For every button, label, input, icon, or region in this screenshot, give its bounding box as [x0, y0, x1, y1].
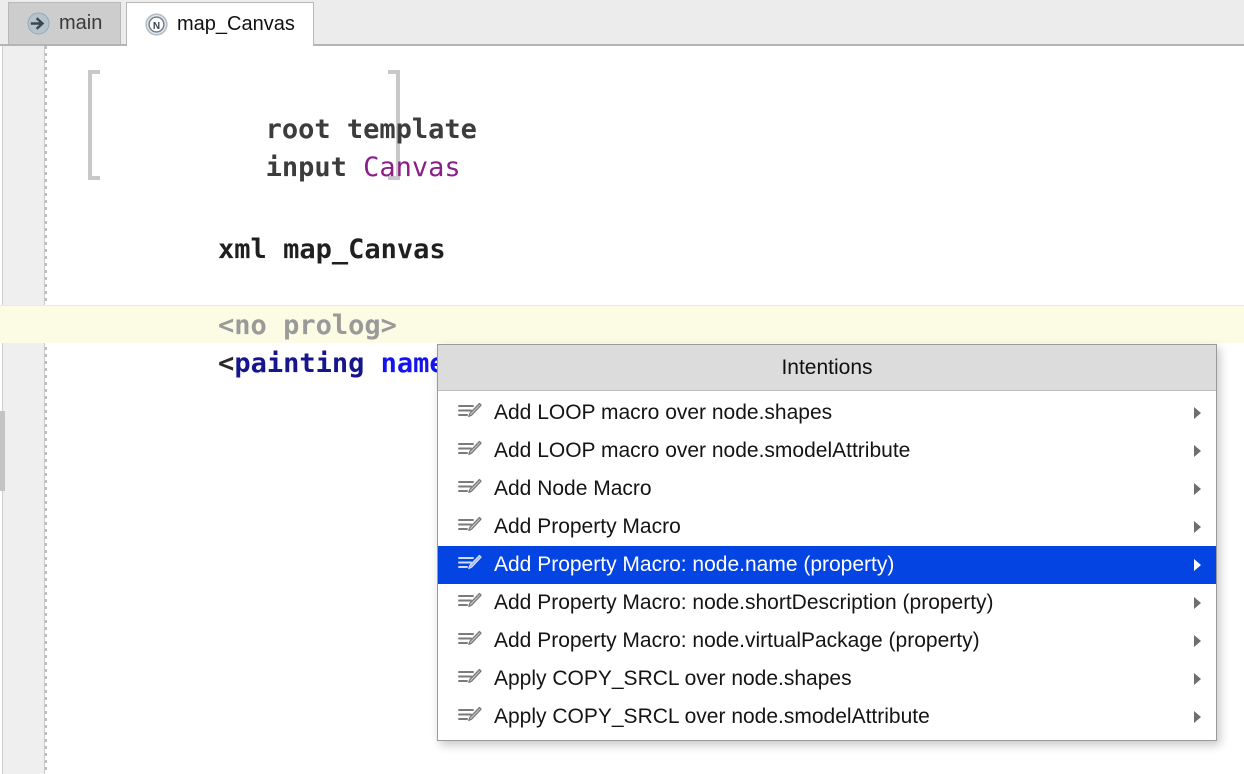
- intention-item[interactable]: Apply COPY_SRCL over node.smodelAttribut…: [438, 698, 1216, 736]
- intention-item-label: Add Property Macro: [494, 515, 1180, 539]
- painting-tag-name[interactable]: painting: [234, 348, 364, 379]
- intention-item-label: Add LOOP macro over node.shapes: [494, 401, 1180, 425]
- intentions-popup-title: Intentions: [781, 356, 872, 380]
- editor-window: main N map_Canvas: [0, 0, 1244, 774]
- intention-item-label: Add LOOP macro over node.smodelAttribute: [494, 439, 1180, 463]
- intention-pencil-icon: [458, 706, 482, 728]
- intentions-popup-header: Intentions: [438, 345, 1216, 391]
- intention-item-label: Apply COPY_SRCL over node.smodelAttribut…: [494, 705, 1180, 729]
- submenu-arrow-icon: [1188, 708, 1206, 726]
- input-concept-name[interactable]: Canvas: [363, 152, 461, 183]
- tab-main-label: main: [59, 12, 102, 35]
- intention-pencil-icon: [458, 478, 482, 500]
- gutter-dotted-separator: [45, 46, 47, 774]
- intention-item[interactable]: Add Property Macro: node.virtualPackage …: [438, 622, 1216, 660]
- intention-item[interactable]: Apply COPY_SRCL over node.shapes: [438, 660, 1216, 698]
- tab-map-canvas-label: map_Canvas: [177, 13, 295, 36]
- arrow-circle-icon: [27, 12, 50, 35]
- submenu-arrow-icon: [1188, 556, 1206, 574]
- node-circle-icon: N: [145, 13, 168, 36]
- input-keyword: input: [266, 152, 347, 183]
- intention-item-label: Add Node Macro: [494, 477, 1180, 501]
- intention-pencil-icon: [458, 630, 482, 652]
- submenu-arrow-icon: [1188, 518, 1206, 536]
- submenu-arrow-icon: [1188, 632, 1206, 650]
- intention-item[interactable]: Add Property Macro: node.shortDescriptio…: [438, 584, 1216, 622]
- submenu-arrow-icon: [1188, 442, 1206, 460]
- editor-tab-bar: main N map_Canvas: [0, 0, 1244, 46]
- intention-item[interactable]: Add LOOP macro over node.shapes: [438, 394, 1216, 432]
- painting-open-angle: <: [218, 348, 234, 379]
- intention-pencil-icon: [458, 592, 482, 614]
- intention-item[interactable]: Add LOOP macro over node.smodelAttribute: [438, 432, 1216, 470]
- tab-map-canvas[interactable]: N map_Canvas: [126, 2, 314, 46]
- intention-item[interactable]: Add Property Macro: [438, 508, 1216, 546]
- cell-bracket-left: [88, 70, 100, 180]
- intention-item-label: Add Property Macro: node.shortDescriptio…: [494, 591, 1180, 615]
- submenu-arrow-icon: [1188, 670, 1206, 688]
- intention-item-label: Add Property Macro: node.name (property): [494, 553, 1180, 577]
- editor-gutter[interactable]: [0, 46, 45, 774]
- intention-item[interactable]: Add Property Macro: node.name (property): [438, 546, 1216, 584]
- submenu-arrow-icon: [1188, 404, 1206, 422]
- intention-pencil-icon: [458, 402, 482, 424]
- intention-item-label: Apply COPY_SRCL over node.shapes: [494, 667, 1180, 691]
- editor-left-edge: [0, 46, 3, 774]
- editor-left-marker: [0, 411, 5, 491]
- intention-pencil-icon: [458, 668, 482, 690]
- intentions-list[interactable]: Add LOOP macro over node.shapes Add LOOP …: [438, 391, 1216, 740]
- intention-item[interactable]: Add Node Macro: [438, 470, 1216, 508]
- painting-attr-name[interactable]: name: [381, 348, 446, 379]
- submenu-arrow-icon: [1188, 594, 1206, 612]
- tab-main[interactable]: main: [8, 2, 121, 44]
- language-declaration-text: xml map_Canvas: [218, 234, 446, 265]
- intention-pencil-icon: [458, 554, 482, 576]
- intention-item-label: Add Property Macro: node.virtualPackage …: [494, 629, 1180, 653]
- painting-space: [364, 348, 380, 379]
- intentions-popup[interactable]: Intentions Add LOOP macro over node.shap…: [437, 344, 1217, 741]
- svg-text:N: N: [153, 21, 160, 32]
- root-template-cell[interactable]: root template input Canvas: [88, 70, 400, 180]
- intention-pencil-icon: [458, 516, 482, 538]
- submenu-arrow-icon: [1188, 480, 1206, 498]
- intention-pencil-icon: [458, 440, 482, 462]
